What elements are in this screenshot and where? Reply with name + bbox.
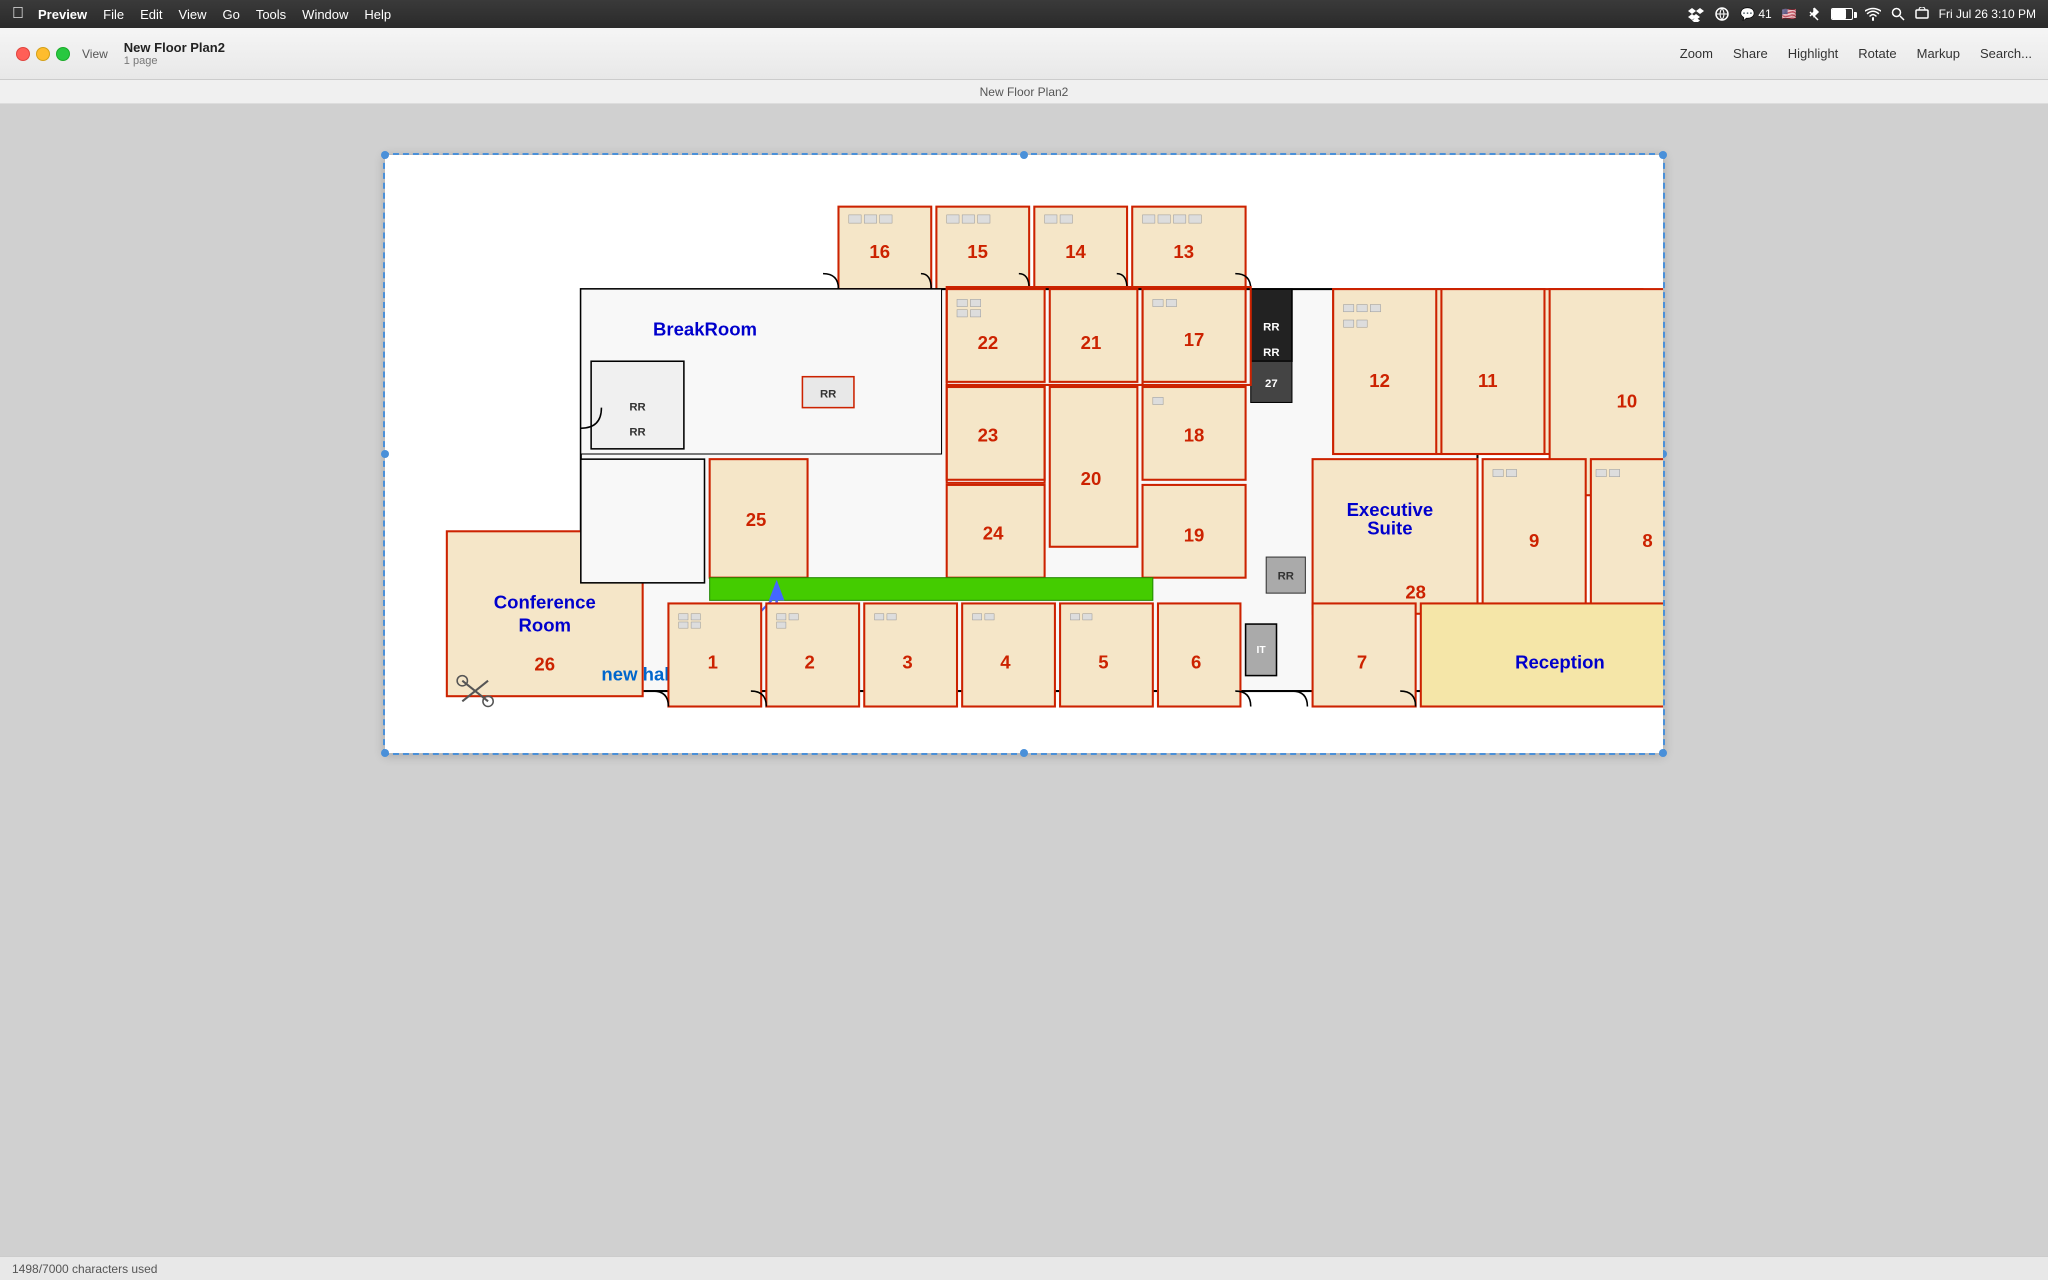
svg-text:18: 18 (1184, 425, 1205, 446)
menubar-edit[interactable]: Edit (140, 7, 162, 22)
maximize-button[interactable] (56, 47, 70, 61)
svg-text:RR: RR (629, 402, 645, 414)
svg-text:4: 4 (1000, 651, 1011, 672)
svg-text:Room: Room (518, 614, 571, 635)
chars-used: 1498/7000 characters used (12, 1262, 157, 1276)
rotate-button[interactable]: Rotate (1858, 46, 1896, 61)
menubar-preview[interactable]: Preview (38, 7, 87, 22)
status-bar: 1498/7000 characters used (0, 1256, 2048, 1280)
doc-title-bar: New Floor Plan2 (0, 80, 2048, 104)
svg-text:26: 26 (534, 653, 555, 674)
file-pages: 1 page (124, 55, 225, 67)
svg-text:22: 22 (978, 332, 999, 353)
svg-text:25: 25 (746, 509, 767, 530)
toolbar: View New Floor Plan2 1 page Zoom Share H… (0, 28, 2048, 80)
document-page: .room-fill { fill: #f5e6c8; stroke: #cc2… (384, 154, 1664, 754)
svg-text:24: 24 (983, 523, 1004, 544)
svg-text:5: 5 (1098, 651, 1108, 672)
svg-text:Suite: Suite (1367, 517, 1412, 538)
menubar-right: 💬 41 🇺🇸 Fri Jul 26 3:10 PM (1688, 6, 2036, 22)
dropbox-icon (1688, 6, 1704, 22)
svg-text:1: 1 (708, 651, 718, 672)
svg-text:7: 7 (1357, 651, 1367, 672)
svg-text:Reception: Reception (1515, 651, 1605, 672)
bluetooth-icon (1807, 7, 1821, 21)
svg-text:IT: IT (1256, 645, 1266, 656)
clock: Fri Jul 26 3:10 PM (1939, 7, 2036, 21)
menubar-go[interactable]: Go (222, 7, 239, 22)
floor-plan-container: .room-fill { fill: #f5e6c8; stroke: #cc2… (385, 155, 1663, 753)
main-content: .room-fill { fill: #f5e6c8; stroke: #cc2… (0, 104, 2048, 1256)
wechat-indicator: 💬 41 (1740, 7, 1772, 21)
svg-text:RR: RR (820, 388, 836, 400)
svg-text:2: 2 (804, 651, 814, 672)
svg-text:10: 10 (1617, 391, 1638, 412)
vpn-icon (1714, 6, 1730, 22)
document-title: New Floor Plan2 (980, 85, 1069, 99)
traffic-lights (16, 47, 70, 61)
minimize-button[interactable] (36, 47, 50, 61)
share-button[interactable]: Share (1733, 46, 1768, 61)
view-toggle[interactable]: View (82, 47, 108, 61)
file-title: New Floor Plan2 (124, 40, 225, 55)
menubar-window[interactable]: Window (302, 7, 348, 22)
svg-text:21: 21 (1081, 332, 1102, 353)
svg-text:12: 12 (1369, 370, 1390, 391)
svg-text:14: 14 (1065, 241, 1086, 262)
svg-text:RR: RR (1263, 321, 1279, 333)
svg-text:Conference: Conference (494, 592, 596, 613)
svg-text:9: 9 (1529, 530, 1539, 551)
highlight-button[interactable]: Highlight (1788, 46, 1839, 61)
svg-text:3: 3 (902, 651, 912, 672)
svg-text:13: 13 (1173, 241, 1194, 262)
svg-text:RR: RR (1263, 347, 1279, 359)
svg-text:19: 19 (1184, 525, 1205, 546)
svg-text:23: 23 (978, 425, 999, 446)
file-info: New Floor Plan2 1 page (124, 40, 225, 67)
svg-text:6: 6 (1191, 651, 1201, 672)
svg-text:17: 17 (1184, 329, 1205, 350)
notification-icon[interactable] (1915, 7, 1929, 21)
svg-text:8: 8 (1642, 530, 1652, 551)
close-button[interactable] (16, 47, 30, 61)
menubar-file[interactable]: File (103, 7, 124, 22)
svg-text:28: 28 (1405, 581, 1426, 602)
floor-plan-svg: .room-fill { fill: #f5e6c8; stroke: #cc2… (385, 155, 1663, 753)
battery-icon (1831, 8, 1853, 20)
search-menubar-icon[interactable] (1891, 7, 1905, 21)
zoom-button[interactable]: Zoom (1680, 46, 1713, 61)
apple-menu[interactable]:  (12, 5, 24, 23)
menubar-view[interactable]: View (179, 7, 207, 22)
menubar-help[interactable]: Help (364, 7, 391, 22)
wifi-icon (1865, 7, 1881, 21)
svg-text:RR: RR (1278, 571, 1294, 583)
search-button[interactable]: Search... (1980, 46, 2032, 61)
menubar-tools[interactable]: Tools (256, 7, 286, 22)
svg-text:27: 27 (1265, 378, 1278, 390)
svg-text:16: 16 (869, 241, 890, 262)
svg-text:15: 15 (967, 241, 988, 262)
markup-button[interactable]: Markup (1917, 46, 1960, 61)
svg-text:BreakRoom: BreakRoom (653, 318, 757, 339)
menubar:  Preview File Edit View Go Tools Window… (0, 0, 2048, 28)
svg-text:11: 11 (1478, 370, 1498, 391)
toolbar-right: Zoom Share Highlight Rotate Markup Searc… (1680, 46, 2032, 61)
menubar-items: Preview File Edit View Go Tools Window H… (38, 7, 391, 22)
language-flag: 🇺🇸 (1782, 7, 1797, 21)
svg-text:RR: RR (629, 426, 645, 438)
svg-text:20: 20 (1081, 468, 1102, 489)
